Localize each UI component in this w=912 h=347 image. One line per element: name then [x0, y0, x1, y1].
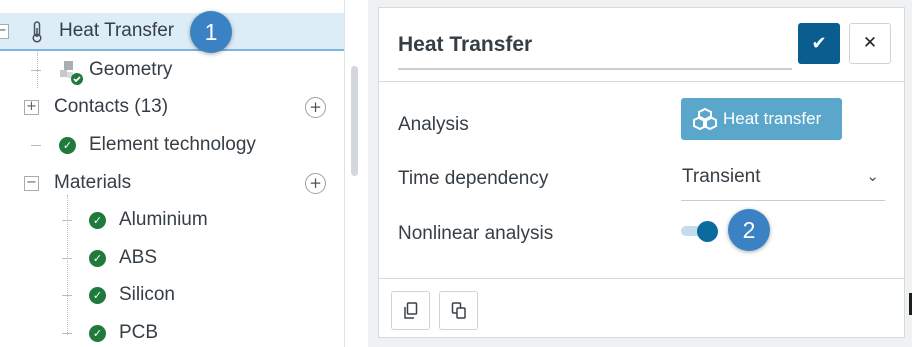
tree-item-label: Aluminium	[119, 209, 208, 230]
check-icon: ✓	[89, 287, 106, 304]
panel-footer	[379, 278, 904, 337]
expand-toggle[interactable]: +	[24, 100, 39, 115]
analysis-type-label: Heat transfer	[723, 109, 822, 128]
cubes-icon	[693, 107, 717, 131]
duplicate-icon	[451, 302, 466, 319]
tree-item-label: PCB	[119, 322, 159, 343]
panel-header: Heat Transfer ✔ ✕	[379, 8, 904, 82]
tree-item-contacts[interactable]: + Contacts (13) +	[0, 89, 344, 125]
add-material-button[interactable]: +	[305, 173, 326, 194]
tree-item-abs[interactable]: ✓ ABS	[0, 240, 344, 276]
step-badge-2: 2	[728, 209, 770, 251]
step-badge-1: 1	[190, 11, 232, 53]
tree-item-label: Materials	[54, 172, 132, 193]
tree-item-label: Silicon	[119, 284, 175, 305]
nonlinear-toggle[interactable]	[697, 221, 718, 242]
time-dependency-label: Time dependency	[398, 168, 549, 189]
check-icon: ✓	[89, 250, 106, 267]
tree-item-pcb[interactable]: ✓ PCB	[0, 315, 344, 347]
tree-item-label: Geometry	[89, 59, 173, 80]
tree-item-heat-transfer[interactable]: − Heat Transfer	[0, 13, 344, 51]
nonlinear-analysis-label: Nonlinear analysis	[398, 223, 554, 244]
copy-button[interactable]	[391, 291, 430, 330]
check-icon: ✓	[89, 212, 106, 229]
simulation-tree: − Heat Transfer 1 Geometry + Contacts (1…	[0, 0, 344, 347]
tree-item-element-technology[interactable]: ✓ Element technology	[0, 127, 344, 163]
time-dependency-value: Transient	[682, 166, 761, 187]
confirm-button[interactable]: ✔	[798, 23, 840, 64]
collapse-toggle[interactable]: −	[24, 176, 39, 191]
tree-item-materials[interactable]: − Materials +	[0, 165, 344, 201]
tree-item-label: ABS	[119, 247, 158, 268]
close-button[interactable]: ✕	[849, 23, 891, 64]
chevron-down-icon: ⌄	[866, 167, 879, 185]
tree-item-geometry[interactable]: Geometry	[0, 52, 344, 88]
collapse-toggle[interactable]: −	[0, 24, 9, 39]
time-dependency-select[interactable]: Transient ⌄	[681, 161, 885, 201]
analysis-label: Analysis	[398, 114, 469, 135]
duplicate-button[interactable]	[439, 291, 478, 330]
geometry-icon	[58, 58, 86, 91]
panel-title-input[interactable]: Heat Transfer	[398, 26, 792, 70]
settings-panel: Heat Transfer ✔ ✕ Analysis Heat transfer…	[378, 7, 905, 338]
analysis-type-button[interactable]: Heat transfer	[681, 98, 842, 140]
check-icon: ✓	[59, 137, 76, 154]
tree-scrollbar-thumb[interactable]	[351, 66, 358, 176]
thermometer-icon	[31, 21, 43, 48]
tree-item-silicon[interactable]: ✓ Silicon	[0, 277, 344, 313]
check-icon: ✓	[89, 325, 106, 342]
tree-item-label: Element technology	[89, 134, 256, 155]
tree-item-label: Contacts (13)	[54, 96, 169, 117]
copy-icon	[404, 302, 418, 319]
tree-item-aluminium[interactable]: ✓ Aluminium	[0, 202, 344, 238]
tree-item-label: Heat Transfer	[59, 20, 175, 41]
add-contact-button[interactable]: +	[305, 97, 326, 118]
